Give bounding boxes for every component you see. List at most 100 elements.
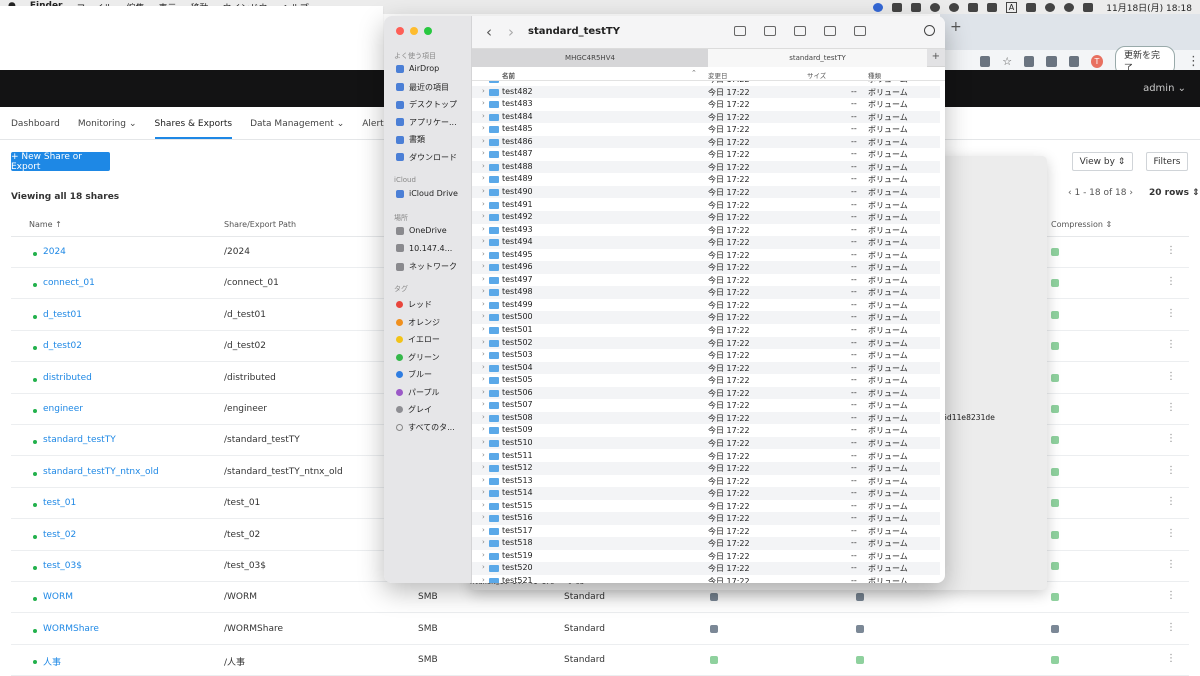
disclosure-arrow-icon[interactable]: ›	[482, 513, 485, 521]
disclosure-arrow-icon[interactable]: ›	[482, 375, 485, 383]
view-by-dropdown[interactable]: View by ⇕	[1072, 152, 1133, 171]
file-row[interactable]: › test520 今日 17:22 -- ボリューム	[472, 562, 940, 575]
control-center-icon[interactable]	[1083, 2, 1094, 12]
list-view-icon[interactable]	[734, 26, 746, 36]
disclosure-arrow-icon[interactable]: ›	[482, 413, 485, 421]
disclosure-arrow-icon[interactable]: ›	[482, 137, 485, 145]
disclosure-arrow-icon[interactable]: ›	[482, 287, 485, 295]
file-row[interactable]: › test490 今日 17:22 -- ボリューム	[472, 185, 940, 199]
file-row[interactable]: › test517 今日 17:22 -- ボリューム	[472, 525, 940, 538]
share-name-link[interactable]: 2024	[43, 247, 66, 257]
file-row[interactable]: › test519 今日 17:22 -- ボリューム	[472, 550, 940, 563]
file-row[interactable]: › test514 今日 17:22 -- ボリューム	[472, 487, 940, 500]
row-actions-icon[interactable]: ⋮	[1166, 339, 1176, 350]
disclosure-arrow-icon[interactable]: ›	[482, 526, 485, 534]
input-source-indicator[interactable]: A	[1005, 1, 1018, 13]
disclosure-arrow-icon[interactable]: ›	[482, 87, 485, 95]
sidebar-item[interactable]: アプリケー...	[396, 117, 457, 128]
disclosure-arrow-icon[interactable]: ›	[482, 476, 485, 484]
tab-mhgc4r5hv4[interactable]: MHGC4R5HV4	[472, 49, 708, 67]
row-actions-icon[interactable]: ⋮	[1166, 308, 1176, 319]
tag-icon[interactable]	[824, 26, 836, 36]
back-icon[interactable]: ‹	[486, 23, 492, 41]
sidebar-item[interactable]: iCloud Drive	[396, 189, 458, 198]
sidebar-item[interactable]: オレンジ	[396, 317, 440, 328]
share-name-link[interactable]: engineer	[43, 404, 83, 414]
sidebar-item[interactable]: レッド	[396, 299, 432, 310]
more-actions-icon[interactable]	[854, 26, 866, 36]
disclosure-arrow-icon[interactable]: ›	[482, 149, 485, 157]
row-actions-icon[interactable]: ⋮	[1166, 433, 1176, 444]
filters-button[interactable]: Filters	[1146, 152, 1188, 171]
share-name-link[interactable]: WORM	[43, 592, 73, 602]
user-menu[interactable]: admin ⌄	[1143, 83, 1186, 94]
column-header-date[interactable]: 変更日	[708, 70, 728, 80]
column-header-kind[interactable]: 種類	[868, 70, 881, 80]
extensions-puzzle-icon[interactable]	[1068, 55, 1079, 67]
file-row[interactable]: › test503 今日 17:22 -- ボリューム	[472, 349, 940, 362]
file-row[interactable]: › test486 今日 17:22 -- ボリューム	[472, 135, 940, 149]
finder-window[interactable]: よく使う項目 AirDrop 最近の項目 デスクトップ アプリケー... 書類 ダウンロード…	[384, 16, 945, 583]
file-row[interactable]: › test513 今日 17:22 -- ボリューム	[472, 475, 940, 488]
sidebar-item[interactable]: ダウンロード	[396, 152, 457, 163]
row-actions-icon[interactable]: ⋮	[1166, 653, 1176, 664]
share-name-link[interactable]: 人事	[43, 655, 61, 668]
table-row[interactable]: WORMShare/WORMShare SMB Standard ⋮	[11, 614, 1189, 645]
file-row[interactable]: › test494 今日 17:22 -- ボリューム	[472, 236, 940, 249]
disclosure-arrow-icon[interactable]: ›	[482, 338, 485, 346]
sidebar-item[interactable]: 最近の項目	[396, 82, 449, 93]
file-row[interactable]: › test483 今日 17:22 -- ボリューム	[472, 98, 940, 111]
battery-icon[interactable]	[1026, 2, 1037, 12]
profile-avatar[interactable]: T	[1090, 54, 1103, 68]
tab-standard-testty[interactable]: standard_testTY	[708, 49, 927, 67]
disclosure-arrow-icon[interactable]: ›	[482, 325, 485, 333]
disclosure-arrow-icon[interactable]: ›	[482, 124, 485, 132]
row-actions-icon[interactable]: ⋮	[1166, 276, 1176, 287]
file-row[interactable]: › test496 今日 17:22 -- ボリューム	[472, 261, 940, 274]
sidebar-item[interactable]: 10.147.4...	[396, 244, 452, 253]
rows-per-page-dropdown[interactable]: 20 rows ⇕	[1149, 188, 1200, 198]
disclosure-arrow-icon[interactable]: ›	[482, 212, 485, 220]
sidebar-item[interactable]: イエロー	[396, 334, 440, 345]
column-header-name[interactable]: 名前	[502, 70, 515, 80]
row-actions-icon[interactable]: ⋮	[1166, 622, 1176, 633]
browser-menu-icon[interactable]: ⋮	[1187, 54, 1200, 69]
security-icon[interactable]	[948, 2, 959, 12]
nav-item[interactable]: Monitoring ⌄	[78, 119, 137, 129]
row-actions-icon[interactable]: ⋮	[1166, 496, 1176, 507]
new-share-button[interactable]: + New Share or Export	[11, 152, 110, 172]
disclosure-arrow-icon[interactable]: ›	[482, 237, 485, 245]
disclosure-arrow-icon[interactable]: ›	[482, 400, 485, 408]
file-row[interactable]: › test493 今日 17:22 -- ボリューム	[472, 224, 940, 237]
file-row[interactable]: › test487 今日 17:22 -- ボリューム	[472, 148, 940, 161]
disclosure-arrow-icon[interactable]: ›	[482, 300, 485, 308]
disclosure-arrow-icon[interactable]: ›	[482, 388, 485, 396]
close-window-button[interactable]	[396, 27, 404, 35]
nav-item[interactable]: Dashboard	[11, 119, 60, 129]
forward-icon[interactable]: ›	[508, 23, 514, 41]
group-icon[interactable]	[764, 26, 776, 36]
file-row[interactable]: › test500 今日 17:22 -- ボリューム	[472, 311, 940, 324]
disclosure-arrow-icon[interactable]: ›	[482, 451, 485, 459]
spotlight-search-icon[interactable]	[1064, 2, 1075, 12]
disclosure-arrow-icon[interactable]: ›	[482, 350, 485, 358]
disclosure-arrow-icon[interactable]: ›	[482, 200, 485, 208]
menubar-clock[interactable]: 11月18日(月) 18:18	[1106, 1, 1192, 14]
app-status-icon[interactable]	[967, 2, 978, 12]
account-icon[interactable]	[872, 2, 883, 12]
disclosure-arrow-icon[interactable]: ›	[482, 501, 485, 509]
sidebar-item[interactable]: 書類	[396, 134, 425, 145]
file-row[interactable]: › test489 今日 17:22 -- ボリューム	[472, 173, 940, 186]
sidebar-item[interactable]: パープル	[396, 387, 440, 398]
disclosure-arrow-icon[interactable]: ›	[482, 463, 485, 471]
share-name-link[interactable]: test_03$	[43, 561, 82, 571]
row-actions-icon[interactable]: ⋮	[1166, 465, 1176, 476]
file-row[interactable]: › test505 今日 17:22 -- ボリューム	[472, 374, 940, 387]
share-name-link[interactable]: standard_testTY_ntnx_old	[43, 467, 159, 477]
disclosure-arrow-icon[interactable]: ›	[482, 262, 485, 270]
file-row[interactable]: › test492 今日 17:22 -- ボリューム	[472, 211, 940, 224]
file-row[interactable]: › test510 今日 17:22 -- ボリューム	[472, 436, 940, 450]
file-row[interactable]: › test495 今日 17:22 -- ボリューム	[472, 249, 940, 262]
share-icon[interactable]	[794, 26, 806, 36]
share-name-link[interactable]: d_test02	[43, 341, 82, 351]
